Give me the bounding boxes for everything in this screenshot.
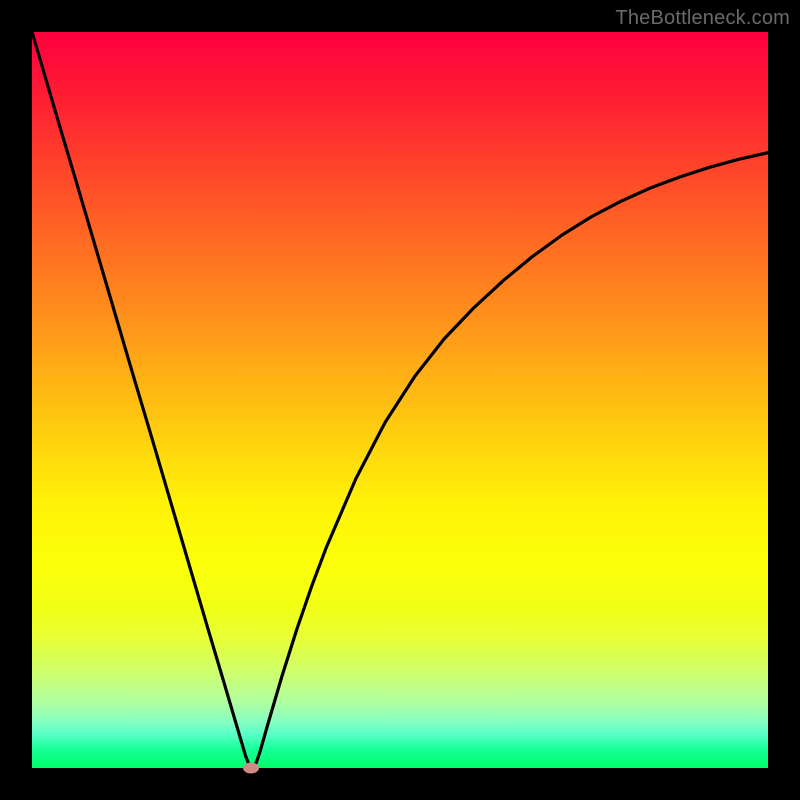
minimum-marker	[243, 763, 259, 774]
curve-path	[32, 32, 768, 768]
chart-container: TheBottleneck.com	[0, 0, 800, 800]
chart-curve	[32, 32, 768, 768]
watermark-text: TheBottleneck.com	[615, 7, 790, 30]
plot-area	[32, 32, 768, 768]
